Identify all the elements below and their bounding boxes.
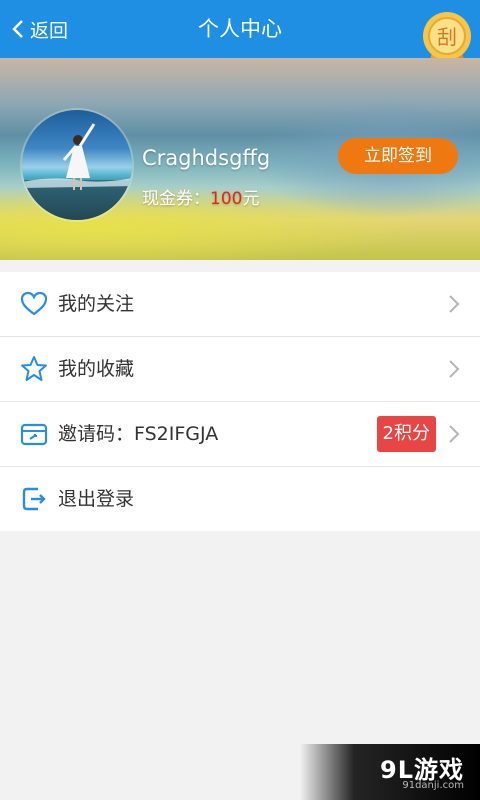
points-badge: 2积分 [376, 416, 436, 452]
heart-icon [20, 291, 48, 316]
watermark: 9L游戏 91danji.com [300, 744, 480, 800]
profile-header: Craghdsgffg 现金券：100元 立即签到 [0, 58, 480, 260]
coupon-unit: 元 [242, 189, 260, 209]
menu-item-label: 退出登录 [58, 488, 135, 510]
menu-list: 我的关注 我的收藏 邀请码：FS2IFGJA 2积分 退出登录 [0, 272, 480, 531]
watermark-url: 91danji.com [402, 780, 464, 791]
username: Craghdsgffg [142, 146, 271, 170]
coupon-balance: 现金券：100元 [142, 184, 259, 209]
invite-card-icon [20, 423, 48, 446]
coupon-amount: 100 [210, 189, 243, 209]
chevron-right-icon [449, 360, 460, 378]
menu-item-invite-code[interactable]: 邀请码：FS2IFGJA 2积分 [0, 402, 480, 467]
chevron-right-icon [449, 425, 460, 443]
invite-code-label: 邀请码：FS2IFGJA [58, 423, 219, 445]
menu-item-follows[interactable]: 我的关注 [0, 272, 480, 337]
page-title: 个人中心 [198, 17, 282, 41]
star-icon [21, 356, 47, 381]
menu-item-favorites[interactable]: 我的收藏 [0, 337, 480, 402]
menu-item-label: 我的关注 [58, 293, 135, 315]
chevron-right-icon [449, 295, 460, 313]
top-bar: 返回 个人中心 刮 [0, 0, 480, 80]
checkin-button[interactable]: 立即签到 [338, 138, 458, 174]
medal-char: 刮 [437, 25, 457, 49]
avatar-photo [22, 123, 132, 220]
avatar[interactable] [22, 110, 132, 220]
coupon-label: 现金券： [142, 189, 210, 209]
menu-item-logout[interactable]: 退出登录 [0, 467, 480, 531]
menu-item-label: 我的收藏 [58, 358, 135, 380]
logout-icon [22, 487, 46, 511]
